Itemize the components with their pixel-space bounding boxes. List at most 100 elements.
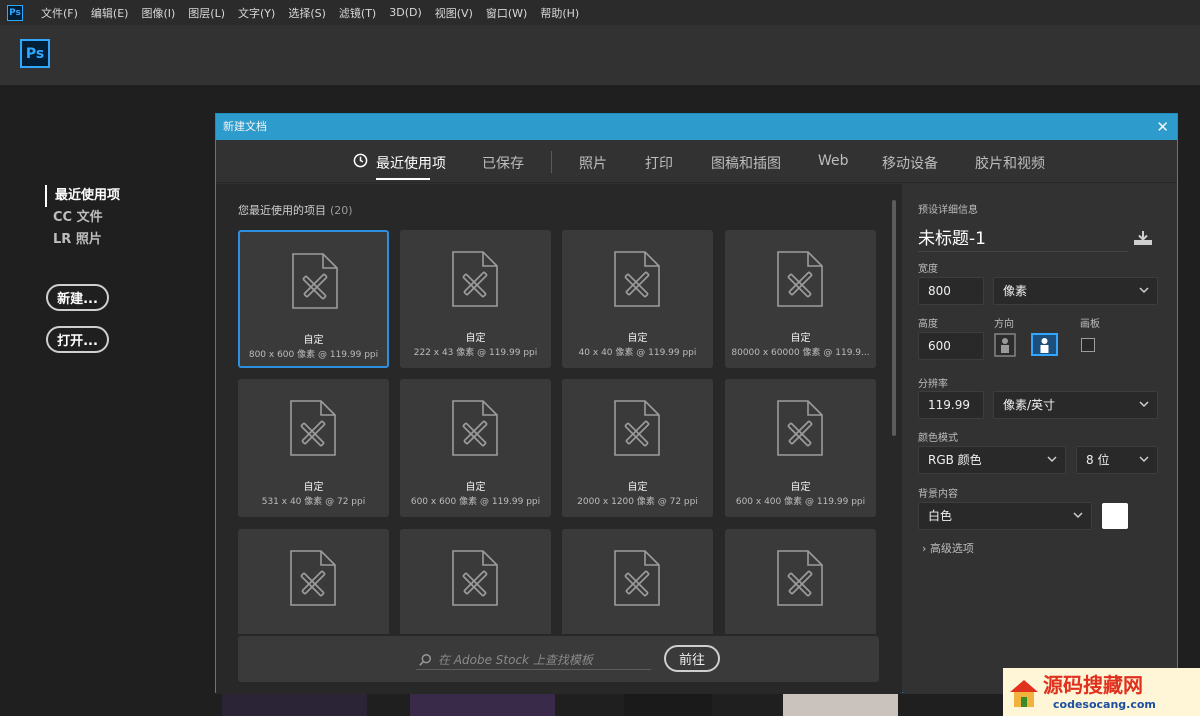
recent-document-card[interactable]: 自定 40 x 40 像素 @ 119.99 ppi [562, 230, 713, 368]
save-preset-icon[interactable] [1132, 229, 1154, 247]
recent-items-count: (20) [330, 204, 353, 217]
recent-document-card[interactable]: 自定 80000 x 60000 像素 @ 119.9... [725, 230, 876, 368]
tab-film-video[interactable]: 胶片和视频 [975, 153, 1045, 173]
resolution-label: 分辨率 [918, 379, 948, 390]
watermark-site-url: codesocang.com [1053, 698, 1156, 711]
document-preset-icon [776, 399, 824, 457]
tab-mobile[interactable]: 移动设备 [882, 153, 938, 173]
resolution-unit-select[interactable]: 像素/英寸 [993, 391, 1158, 419]
recent-document-card[interactable]: 自定 222 x 43 像素 @ 119.99 ppi [400, 230, 551, 368]
menu-edit[interactable]: 编辑(E) [91, 5, 129, 21]
menu-help[interactable]: 帮助(H) [540, 5, 579, 21]
photoshop-app-icon[interactable]: Ps [7, 4, 23, 21]
card-title: 自定 [465, 333, 486, 344]
landscape-orientation-icon[interactable] [1031, 331, 1058, 358]
background-label: 背景内容 [918, 489, 958, 500]
chevron-right-icon: › [922, 542, 927, 555]
clock-icon [353, 153, 368, 168]
card-dimensions: 531 x 40 像素 @ 72 ppi [261, 497, 366, 507]
document-name-field[interactable]: 未标题-1 [918, 224, 1128, 252]
home-nav-cc-files[interactable]: CC 文件 [45, 207, 120, 229]
preset-details-pane: 预设详细信息 未标题-1 宽度 800 像素 高度 方向 画板 600 分辨率 … [903, 184, 1177, 694]
width-unit-select[interactable]: 像素 [993, 277, 1158, 305]
dialog-title-bar: 新建文档 ✕ [216, 114, 1177, 140]
home-open-button[interactable]: 打开... [46, 326, 109, 353]
height-input[interactable]: 600 [918, 332, 984, 360]
stock-go-button[interactable]: 前往 [664, 645, 720, 672]
color-mode-label: 颜色模式 [918, 433, 958, 444]
card-dimensions: 222 x 43 像素 @ 119.99 ppi [413, 348, 538, 358]
menu-layer[interactable]: 图层(L) [188, 5, 225, 21]
document-preset-icon [613, 250, 661, 308]
bit-depth-select[interactable]: 8 位 [1076, 446, 1158, 474]
card-title: 自定 [465, 482, 486, 493]
menu-image[interactable]: 图像(I) [141, 5, 175, 21]
background-thumbnail [783, 692, 898, 716]
recent-document-card[interactable]: 自定 600 x 400 像素 @ 119.99 ppi [725, 379, 876, 517]
preset-details-label: 预设详细信息 [918, 205, 978, 216]
document-preset-icon [451, 399, 499, 457]
recent-document-card[interactable] [400, 529, 551, 634]
close-icon[interactable]: ✕ [1156, 114, 1169, 140]
recent-document-card[interactable]: 自定 2000 x 1200 像素 @ 72 ppi [562, 379, 713, 517]
background-thumbnail [624, 692, 712, 716]
dialog-title: 新建文档 [223, 120, 267, 133]
recent-document-card[interactable] [562, 529, 713, 634]
recent-items-pane: 您最近使用的项目 (20) 自定 800 x 600 像素 @ 119.99 ppi… [216, 184, 902, 694]
advanced-options-toggle[interactable]: › 高级选项 [922, 540, 974, 556]
background-select[interactable]: 白色 [918, 502, 1092, 530]
recent-document-card[interactable] [238, 529, 389, 634]
menu-bar: Ps 文件(F) 编辑(E) 图像(I) 图层(L) 文字(Y) 选择(S) 滤… [0, 0, 1200, 25]
menu-window[interactable]: 窗口(W) [486, 5, 527, 21]
artboard-label: 画板 [1080, 319, 1100, 330]
active-tab-indicator [376, 178, 430, 180]
tab-saved[interactable]: 已保存 [482, 153, 524, 173]
bit-depth-value: 8 位 [1086, 453, 1110, 467]
menu-view[interactable]: 视图(V) [435, 5, 473, 21]
width-label: 宽度 [918, 264, 938, 275]
stock-search-input[interactable]: 在 Adobe Stock 上查找模板 [416, 650, 651, 670]
card-title: 自定 [627, 482, 648, 493]
new-document-dialog: 新建文档 ✕ 最近使用项 已保存 照片 打印 图稿和插图 Web 移动设备 胶片… [215, 113, 1178, 694]
tab-art-illustration[interactable]: 图稿和插图 [711, 153, 781, 173]
menu-filter[interactable]: 滤镜(T) [339, 5, 376, 21]
home-nav-recent[interactable]: 最近使用项 [45, 185, 120, 207]
background-thumbnail [222, 692, 367, 716]
recent-document-card[interactable]: 自定 531 x 40 像素 @ 72 ppi [238, 379, 389, 517]
document-preset-icon [289, 549, 337, 607]
tab-photo[interactable]: 照片 [579, 153, 607, 173]
menu-3d[interactable]: 3D(D) [389, 6, 422, 19]
chevron-down-icon [1139, 456, 1149, 463]
tab-recent[interactable]: 最近使用项 [376, 153, 446, 173]
home-new-button[interactable]: 新建... [46, 284, 109, 311]
recent-document-card[interactable]: 自定 600 x 600 像素 @ 119.99 ppi [400, 379, 551, 517]
recent-items-label: 您最近使用的项目 [238, 204, 326, 217]
color-mode-select[interactable]: RGB 颜色 [918, 446, 1066, 474]
home-header: Ps [0, 25, 1200, 85]
portrait-orientation-icon[interactable] [994, 333, 1016, 357]
menu-type[interactable]: 文字(Y) [238, 5, 275, 21]
site-watermark: 源码搜藏网 codesocang.com [1003, 668, 1200, 716]
recent-items-heading: 您最近使用的项目 (20) [238, 202, 353, 218]
background-color-swatch[interactable] [1102, 503, 1128, 529]
resolution-input[interactable]: 119.99 [918, 391, 984, 419]
recent-document-card[interactable] [725, 529, 876, 634]
recent-document-card[interactable]: 自定 800 x 600 像素 @ 119.99 ppi [238, 230, 389, 368]
scrollbar-thumb[interactable] [892, 200, 896, 436]
photoshop-logo: Ps [20, 39, 50, 68]
tab-print[interactable]: 打印 [645, 153, 673, 173]
menu-select[interactable]: 选择(S) [288, 5, 326, 21]
resolution-unit-value: 像素/英寸 [1003, 398, 1056, 412]
color-mode-value: RGB 颜色 [928, 453, 982, 467]
menu-file[interactable]: 文件(F) [41, 5, 78, 21]
artboard-checkbox[interactable] [1081, 338, 1095, 352]
house-logo-icon [1010, 680, 1038, 707]
home-nav-lr-photos[interactable]: LR 照片 [45, 229, 120, 251]
width-input[interactable]: 800 [918, 277, 984, 305]
document-preset-icon [291, 252, 339, 310]
document-preset-icon [451, 549, 499, 607]
document-preset-icon [776, 549, 824, 607]
home-nav: 最近使用项 CC 文件 LR 照片 [45, 185, 120, 251]
card-dimensions: 600 x 400 像素 @ 119.99 ppi [735, 497, 866, 507]
tab-web[interactable]: Web [818, 153, 849, 169]
